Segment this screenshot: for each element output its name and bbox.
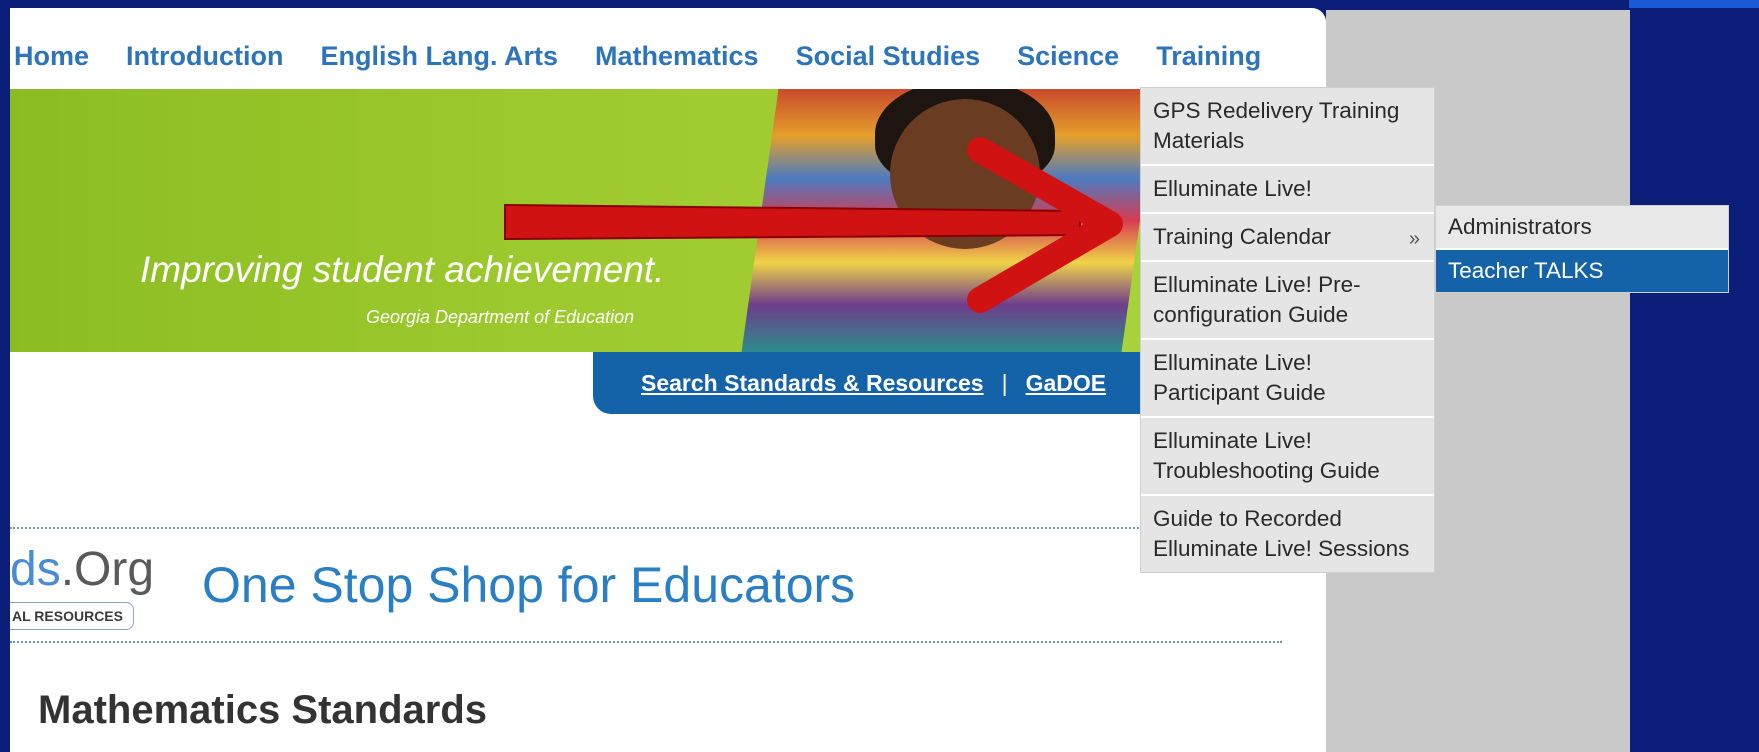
web-page: Home Introduction English Lang. Arts Mat… [10,8,1326,752]
training-dropdown-menu: GPS Redelivery Training Materials Ellumi… [1140,87,1435,573]
menu-item-preconfiguration-guide[interactable]: Elluminate Live! Pre-configuration Guide [1141,262,1434,340]
search-bar: Search Standards & Resources | GaDOE [593,352,1153,414]
menu-item-label: Guide to Recorded Elluminate Live! Sessi… [1153,506,1410,561]
search-separator: | [1001,369,1008,396]
logo-text: ds.Org [10,542,154,597]
submenu-item-administrators[interactable]: Administrators [1436,206,1728,250]
logo-badge: AL RESOURCES [10,602,134,630]
menu-item-label: Elluminate Live! Troubleshooting Guide [1153,428,1380,483]
hero-banner: Improving student achievement. Georgia D… [10,89,1140,352]
page-title: Mathematics Standards [38,688,488,732]
nav-home[interactable]: Home [14,41,89,72]
menu-item-label: Elluminate Live! [1153,176,1312,201]
menu-item-label: GPS Redelivery Training Materials [1153,98,1400,153]
divider-bottom [10,641,1282,643]
menu-item-label: Elluminate Live! Pre-configuration Guide [1153,272,1361,327]
logo-text-suffix: .Org [60,543,155,596]
menu-item-label: Elluminate Live! Participant Guide [1153,350,1326,405]
divider-top [10,527,1150,529]
nav-introduction[interactable]: Introduction [126,41,283,72]
gadoe-link[interactable]: GaDOE [1026,370,1107,397]
nav-science[interactable]: Science [1017,41,1119,72]
menu-item-elluminate-live[interactable]: Elluminate Live! [1141,166,1434,214]
submenu-item-teacher-talks[interactable]: Teacher TALKS [1436,250,1728,292]
menu-item-participant-guide[interactable]: Elluminate Live! Participant Guide [1141,340,1434,418]
nav-mathematics[interactable]: Mathematics [595,41,759,72]
search-standards-link[interactable]: Search Standards & Resources [641,370,984,397]
banner-photo-face [890,99,1040,249]
banner-subtext: Georgia Department of Education [366,307,635,327]
corner-accent [1629,0,1759,8]
nav-social-studies[interactable]: Social Studies [796,41,981,72]
logo-text-prefix: ds [10,543,61,596]
header-tagline: One Stop Shop for Educators [202,557,856,613]
menu-item-label: Training Calendar [1153,224,1332,249]
double-chevron-right-icon: » [1408,228,1420,250]
nav-training[interactable]: Training [1156,41,1261,72]
training-calendar-submenu: Administrators Teacher TALKS [1435,205,1729,293]
top-nav: Home Introduction English Lang. Arts Mat… [10,38,1298,74]
banner-tagline: Improving student achievement. [140,249,665,290]
menu-item-training-calendar[interactable]: Training Calendar » [1141,214,1434,262]
menu-item-gps-redelivery[interactable]: GPS Redelivery Training Materials [1141,88,1434,166]
menu-item-recorded-sessions-guide[interactable]: Guide to Recorded Elluminate Live! Sessi… [1141,496,1434,572]
nav-english-lang-arts[interactable]: English Lang. Arts [320,41,558,72]
site-logo[interactable]: ds.Org AL RESOURCES [10,543,180,630]
menu-item-troubleshooting-guide[interactable]: Elluminate Live! Troubleshooting Guide [1141,418,1434,496]
